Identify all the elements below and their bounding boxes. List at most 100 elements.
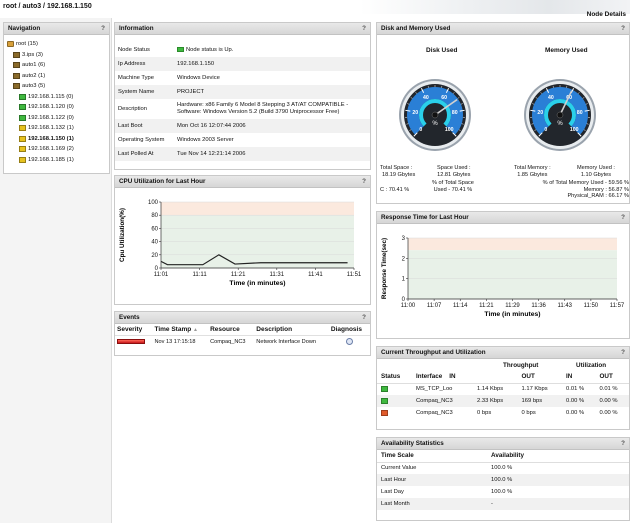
col-diagnosis[interactable]: Diagnosis (328, 324, 370, 336)
interface-cell[interactable]: MS_TCP_Loo (412, 383, 473, 395)
availability-row: Current Value 100.0 % (377, 462, 629, 474)
nav-item[interactable]: 192.168.1.132 (1) (6, 123, 107, 134)
disk-percent: % of Total Space Used - 70.41 % (432, 180, 474, 194)
nav-item[interactable]: root (15) (6, 39, 107, 50)
device-group-icon (13, 51, 20, 58)
availability-row: Last Hour 100.0 % (377, 474, 629, 486)
util-in-cell: 0.00 % (566, 410, 585, 416)
gauge-tick-label: 0 (419, 127, 422, 133)
status-down-icon (381, 409, 388, 416)
response-header: Response Time for Last Hour ? (377, 212, 629, 224)
memory-total-value: 1.85 Gbytes (517, 172, 548, 178)
response-help-icon[interactable]: ? (621, 212, 625, 224)
information-help-icon[interactable]: ? (362, 23, 366, 35)
nav-item[interactable]: auto3 (5) (6, 81, 107, 92)
gauge-tick-label: 40 (548, 95, 554, 101)
nav-item-label: 192.168.1.120 (0) (28, 104, 74, 110)
col-util-in: IN (562, 371, 596, 384)
info-key: System Name (115, 85, 174, 99)
diagnosis-icon[interactable] (345, 338, 353, 345)
gauge-tick-label: 20 (412, 110, 418, 116)
disk-pct-line2: Used - 70.41 % (433, 187, 473, 193)
nav-item[interactable]: 192.168.1.115 (0) (6, 92, 107, 103)
info-value: Windows 2003 Server (177, 137, 234, 143)
in-cell: 0 bps (477, 410, 492, 416)
event-row[interactable]: Nov 13 17:15:18 Compaq_NC3 Network Inter… (115, 336, 370, 348)
gauge-tick-label: 80 (452, 110, 458, 116)
memory-total: Total Memory :1.85 Gbytes (514, 165, 551, 179)
col-timestamp[interactable]: Time Stamp ▲ (152, 324, 209, 336)
info-key: Machine Type (118, 75, 154, 81)
disk-memory-title: Disk and Memory Used (381, 25, 451, 32)
critical-severity-icon (117, 338, 145, 344)
col-description[interactable]: Description (254, 324, 329, 336)
yellow-status-icon (19, 135, 26, 142)
gauge-percent-sign: % (432, 121, 438, 127)
device-group-icon (13, 62, 20, 69)
yellow-status-icon (19, 146, 26, 153)
nav-item[interactable]: 3.ips (3) (6, 50, 107, 61)
availability-row: Last Month - (377, 498, 629, 510)
col-resource[interactable]: Resource (208, 324, 255, 336)
interface-cell[interactable]: Compaq_NC3 (411, 395, 474, 407)
sort-asc-icon[interactable]: ▲ (193, 327, 198, 333)
nav-item[interactable]: auto2 (1) (6, 71, 107, 82)
disk-memory-help-icon[interactable]: ? (621, 23, 625, 35)
y-axis-label: Cpu Utilization(%) (119, 208, 126, 262)
x-tick-label: 11:43 (557, 303, 572, 309)
gauge-percent-sign: % (557, 121, 563, 127)
status-cell (377, 407, 412, 419)
availability-header: Availability Statistics ? (377, 438, 629, 450)
info-value: Node status is Up. (174, 43, 370, 57)
throughput-row[interactable]: Compaq_NC3 2.33 Kbps 169 bps 0.00 % 0.00… (377, 395, 629, 407)
col-severity[interactable]: Severity (115, 324, 153, 336)
nav-item[interactable]: 192.168.1.122 (0) (6, 113, 107, 124)
time-scale-cell: Last Hour (377, 474, 487, 486)
out-cell: 0 bps (521, 410, 536, 416)
throughput-row[interactable]: Compaq_NC3 0 bps 0 bps 0.00 % 0.00 % (377, 407, 629, 419)
throughput-title: Current Throughput and Utilization (381, 349, 486, 356)
nav-item[interactable]: 192.168.1.169 (2) (6, 144, 107, 155)
col-availability: Availability (487, 450, 629, 463)
info-row: Last Boot Mon Oct 16 12:07:44 2006 (115, 119, 370, 133)
nav-item-label: 192.168.1.132 (1) (28, 125, 74, 131)
availability-cell: - (487, 498, 629, 510)
col-timestamp-label: Time Stamp (154, 326, 192, 333)
x-tick-label: 11:07 (427, 303, 442, 309)
navigation-help-icon[interactable]: ? (101, 23, 105, 35)
nav-item[interactable]: 192.168.1.150 (1) (6, 134, 107, 145)
gauge-tick-label: 40 (423, 95, 429, 101)
interface-cell[interactable]: Compaq_NC3 (412, 407, 473, 419)
nav-item[interactable]: auto1 (6) (6, 60, 107, 71)
util-out-cell: 0.01 % (599, 386, 618, 393)
event-resource[interactable]: Compaq_NC3 (208, 336, 254, 348)
gauge-tick-label: 0 (544, 127, 547, 133)
availability-cell: 100.0 % (487, 474, 629, 486)
in-cell: 2.33 Kbps (473, 395, 518, 407)
events-table: Severity Time Stamp ▲ Resource Descripti… (115, 324, 370, 347)
nav-item[interactable]: 192.168.1.185 (1) (6, 155, 107, 166)
x-tick-label: 11:36 (531, 303, 546, 309)
x-tick-label: 11:11 (193, 272, 208, 278)
throughput-help-icon[interactable]: ? (621, 347, 625, 359)
col-out: OUT (517, 371, 563, 384)
status-up-icon (381, 397, 388, 404)
status-cell (377, 383, 412, 395)
nav-item[interactable]: 192.168.1.120 (0) (6, 102, 107, 113)
out-cell: 169 bps (517, 395, 563, 407)
events-help-icon[interactable]: ? (362, 312, 366, 324)
info-row: System Name PROJECT (115, 85, 370, 99)
cpu-help-icon[interactable]: ? (362, 176, 366, 188)
availability-cell: 100.0 % (491, 489, 513, 495)
disk-total-value: 18.19 Gbytes (382, 172, 416, 178)
response-panel: Response Time for Last Hour ? 0 1 2 3 11:00 1… (376, 211, 630, 339)
physical-ram-line: Physical_RAM : 66.17 % (567, 193, 629, 199)
x-tick-label: 11:01 (154, 272, 169, 278)
throughput-row[interactable]: MS_TCP_Loo 1.14 Kbps 1.17 Kbps 0.01 % 0.… (377, 383, 629, 395)
x-tick-label: 11:21 (479, 303, 494, 309)
availability-help-icon[interactable]: ? (621, 438, 625, 450)
memory-pct-line: % of Total Memory Used - 59.56 % (542, 180, 629, 186)
cpu-title: CPU Utilization for Last Hour (119, 178, 206, 185)
throughput-header-row: Status Interface IN OUT IN OUT (377, 371, 629, 384)
gauge-tick-label: 80 (577, 110, 583, 116)
